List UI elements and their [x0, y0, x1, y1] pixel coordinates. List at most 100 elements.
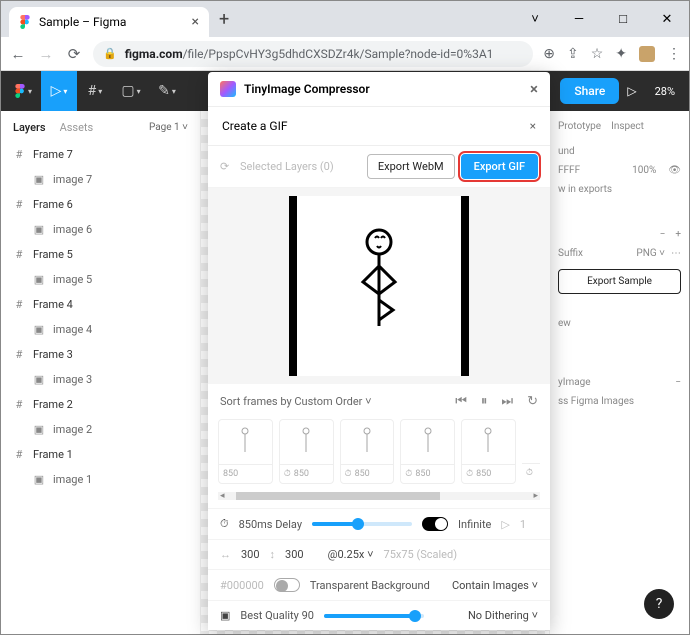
- pause-icon[interactable]: ⏸: [481, 394, 488, 409]
- zoom-level[interactable]: 28%: [655, 85, 675, 98]
- stick-figure-icon: [349, 226, 409, 346]
- minimize-button[interactable]: —: [557, 1, 601, 37]
- layer-frame[interactable]: #Frame 6: [1, 192, 200, 217]
- visibility-icon[interactable]: 👁: [668, 165, 681, 176]
- search-icon[interactable]: ⊕: [543, 46, 555, 62]
- layer-image[interactable]: ▣image 4: [1, 317, 200, 342]
- preview-frame: [289, 196, 469, 376]
- close-plugin-icon[interactable]: ×: [530, 80, 538, 98]
- frame-thumb[interactable]: ⏱ 850: [461, 419, 516, 484]
- quality-slider[interactable]: [324, 614, 424, 618]
- refresh-icon[interactable]: ⟳: [220, 160, 234, 173]
- reload-button[interactable]: ⟳: [65, 45, 83, 63]
- browser-titlebar: Sample – Figma × + ˅ — □ ✕: [1, 1, 689, 37]
- frame-thumb[interactable]: 850: [218, 419, 273, 484]
- width-icon: ↔: [220, 548, 231, 561]
- close-tab-icon[interactable]: ×: [192, 14, 199, 30]
- close-window-button[interactable]: ✕: [645, 1, 689, 37]
- lock-icon: 🔒: [103, 47, 117, 60]
- help-button[interactable]: ?: [644, 589, 674, 619]
- plus-icon[interactable]: +: [675, 229, 681, 240]
- layer-image[interactable]: ▣image 7: [1, 167, 200, 192]
- window-controls: ˅ — □ ✕: [513, 1, 689, 37]
- extensions-icon[interactable]: ✦: [615, 46, 627, 62]
- layer-image[interactable]: ▣image 1: [1, 467, 200, 492]
- layer-image[interactable]: ▣image 3: [1, 367, 200, 392]
- layer-frame[interactable]: #Frame 7: [1, 142, 200, 167]
- preview-label: ew: [558, 314, 681, 333]
- frame-thumb[interactable]: ⏱: [522, 419, 540, 484]
- export-button[interactable]: Export Sample: [558, 269, 681, 294]
- prev-frame-icon[interactable]: ⏮: [455, 394, 467, 409]
- frame-thumbnails: 850 ⏱ 850 ⏱ 850 ⏱ 850 ⏱ 850 ⏱: [208, 419, 550, 488]
- infinite-toggle[interactable]: [422, 517, 448, 531]
- layer-frame[interactable]: #Frame 1: [1, 442, 200, 467]
- plugin-subtitle: Create a GIF: [222, 119, 288, 133]
- url-field[interactable]: 🔒 figma.com/file/PpspCvHY3g5dhdCXSDZr4k/…: [93, 41, 533, 67]
- loop-icon[interactable]: ↻: [527, 394, 538, 409]
- next-frame-icon[interactable]: ⏭: [501, 394, 513, 409]
- tint-input[interactable]: #000000: [220, 579, 264, 592]
- background-color[interactable]: FFFF: [558, 165, 580, 176]
- minus-icon[interactable]: −: [660, 229, 666, 240]
- infinite-label: Infinite: [458, 518, 491, 531]
- delay-slider[interactable]: [312, 522, 412, 526]
- star-icon[interactable]: ☆: [591, 46, 604, 62]
- more-icon[interactable]: ⋯: [671, 248, 681, 259]
- assets-tab[interactable]: Assets: [60, 121, 94, 134]
- layers-tab[interactable]: Layers: [13, 121, 46, 134]
- compress-label[interactable]: ss Figma Images: [558, 392, 681, 411]
- height-input[interactable]: 300: [285, 548, 304, 561]
- close-panel-icon[interactable]: ×: [530, 119, 536, 133]
- frame-thumb[interactable]: ⏱ 850: [340, 419, 395, 484]
- page-selector[interactable]: Page 1 ˅: [149, 122, 188, 133]
- new-tab-button[interactable]: +: [209, 1, 239, 37]
- frame-tool[interactable]: #▾: [77, 71, 113, 111]
- back-button[interactable]: ←: [9, 45, 27, 63]
- share-button[interactable]: Share: [560, 78, 619, 104]
- frame-thumb[interactable]: ⏱ 850: [400, 419, 455, 484]
- main-menu-button[interactable]: ▾: [5, 71, 41, 111]
- inspect-tab[interactable]: Inspect: [611, 121, 644, 132]
- move-tool[interactable]: ▷▾: [41, 71, 77, 111]
- figma-favicon: [19, 15, 31, 29]
- layer-image[interactable]: ▣image 6: [1, 217, 200, 242]
- chevron-down-icon[interactable]: ˅: [513, 1, 557, 37]
- layer-frame[interactable]: #Frame 3: [1, 342, 200, 367]
- preview-area: [208, 188, 550, 384]
- profile-avatar[interactable]: [639, 46, 655, 62]
- scale-select[interactable]: @0.25x ˅: [328, 548, 374, 561]
- show-in-exports[interactable]: w in exports: [558, 180, 681, 199]
- url-host: figma.com: [125, 47, 183, 61]
- transparent-label: Transparent Background: [310, 579, 430, 592]
- url-path: /file/PpspCvHY3g5dhdCXSDZr4k/Sample?node…: [183, 47, 494, 61]
- transparent-toggle[interactable]: [274, 578, 300, 592]
- frame-thumb[interactable]: ⏱ 850: [279, 419, 334, 484]
- shape-tool[interactable]: ▢▾: [113, 71, 149, 111]
- dithering-select[interactable]: No Dithering ˅: [468, 609, 538, 622]
- export-webm-button[interactable]: Export WebM: [367, 154, 455, 179]
- pen-tool[interactable]: ✎▾: [149, 71, 185, 111]
- thumb-scrollbar[interactable]: ◂▸: [218, 492, 540, 500]
- layer-frame[interactable]: #Frame 2: [1, 392, 200, 417]
- minus-icon[interactable]: −: [675, 377, 681, 388]
- play-once-icon[interactable]: ▷: [501, 518, 509, 531]
- layer-frame[interactable]: #Frame 4: [1, 292, 200, 317]
- present-button[interactable]: ▷: [627, 84, 636, 98]
- export-gif-button[interactable]: Export GIF: [461, 154, 538, 179]
- prototype-tab[interactable]: Prototype: [558, 121, 601, 132]
- menu-icon[interactable]: ⋮: [667, 46, 681, 62]
- browser-tab[interactable]: Sample – Figma ×: [9, 7, 209, 37]
- share-icon[interactable]: ⇪: [567, 46, 579, 62]
- maximize-button[interactable]: □: [601, 1, 645, 37]
- format-select[interactable]: PNG ˅: [636, 248, 665, 259]
- width-input[interactable]: 300: [241, 548, 260, 561]
- background-label: und: [558, 142, 681, 161]
- layer-image[interactable]: ▣image 5: [1, 267, 200, 292]
- background-opacity[interactable]: 100%: [632, 165, 656, 176]
- layer-image[interactable]: ▣image 2: [1, 417, 200, 442]
- layer-frame[interactable]: #Frame 5: [1, 242, 200, 267]
- contain-select[interactable]: Contain Images ˅: [452, 579, 538, 592]
- address-bar: ← → ⟳ 🔒 figma.com/file/PpspCvHY3g5dhdCXS…: [1, 37, 689, 71]
- sort-select[interactable]: Sort frames by Custom Order ˅: [220, 395, 372, 408]
